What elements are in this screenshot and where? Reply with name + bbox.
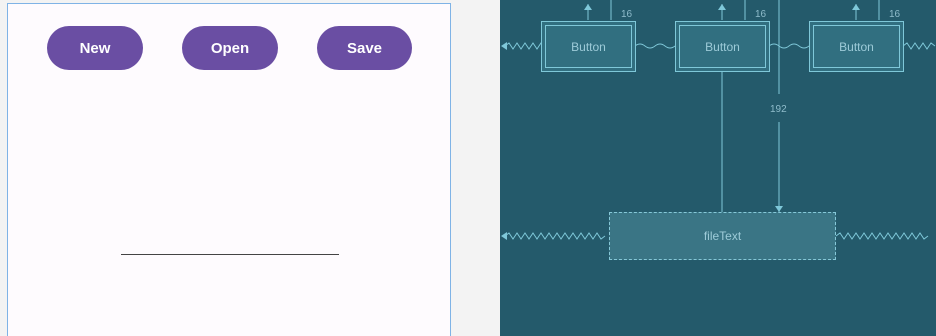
blueprint-surface[interactable]: 16 16 16 192 Button Button Button fileTe…	[500, 0, 936, 336]
blueprint-file-text[interactable]: fileText	[609, 212, 836, 260]
blueprint-button-save[interactable]: Button	[809, 21, 904, 72]
margin-label: 16	[621, 9, 633, 20]
new-button[interactable]: New	[47, 26, 143, 70]
blueprint-button-new[interactable]: Button	[541, 21, 636, 72]
design-surface[interactable]: New Open Save	[7, 3, 451, 336]
blueprint-button-open[interactable]: Button	[675, 21, 770, 72]
file-text-input[interactable]	[121, 240, 339, 255]
save-button[interactable]: Save	[317, 26, 412, 70]
open-button[interactable]: Open	[182, 26, 278, 70]
margin-label: 16	[889, 9, 901, 20]
margin-label: 16	[755, 9, 767, 20]
vertical-margin-label: 192	[770, 104, 787, 115]
